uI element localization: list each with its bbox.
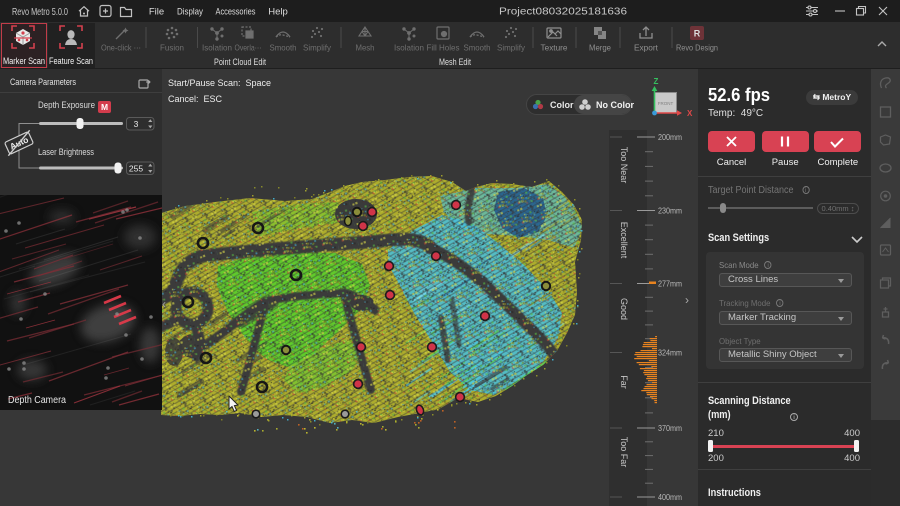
svg-text:Accessories: Accessories xyxy=(216,7,256,18)
svg-text:Mesh: Mesh xyxy=(356,43,375,53)
svg-text:File: File xyxy=(149,7,164,18)
svg-text:Feature Scan: Feature Scan xyxy=(49,56,93,66)
svg-text:Z: Z xyxy=(654,77,659,86)
svg-text:Good: Good xyxy=(619,298,629,320)
svg-text:Display: Display xyxy=(177,7,203,18)
svg-text:Laser Brightness: Laser Brightness xyxy=(38,147,94,158)
svg-text:Smooth: Smooth xyxy=(270,43,297,53)
svg-text:277mm: 277mm xyxy=(658,279,682,289)
svg-text:370mm: 370mm xyxy=(658,423,682,433)
svg-text:Camera Parameters: Camera Parameters xyxy=(10,77,76,88)
svg-text:Point Cloud Edit: Point Cloud Edit xyxy=(214,57,266,68)
svg-text:Depth Camera: Depth Camera xyxy=(8,395,66,406)
svg-text:Help: Help xyxy=(268,7,288,18)
svg-text:Isolation: Isolation xyxy=(394,43,424,53)
svg-text:400mm: 400mm xyxy=(658,492,682,502)
svg-text:FRONT: FRONT xyxy=(658,101,674,106)
svg-text:230mm: 230mm xyxy=(658,206,682,216)
svg-text:Revo Design: Revo Design xyxy=(676,43,718,53)
svg-text:X: X xyxy=(687,109,693,118)
svg-text:Too Far: Too Far xyxy=(619,437,629,468)
svg-text:Too Near: Too Near xyxy=(619,147,629,184)
svg-text:Marker Scan: Marker Scan xyxy=(3,56,45,66)
svg-text:Merge: Merge xyxy=(589,43,611,53)
svg-text:One-click ⋯: One-click ⋯ xyxy=(101,43,141,53)
svg-text:255: 255 xyxy=(129,164,143,174)
svg-text:Simplify: Simplify xyxy=(497,43,526,53)
svg-text:Fusion: Fusion xyxy=(160,43,184,53)
svg-text:Export: Export xyxy=(634,43,659,53)
svg-text:Fill Holes: Fill Holes xyxy=(427,43,460,53)
svg-text:3: 3 xyxy=(134,119,139,129)
svg-text:200mm: 200mm xyxy=(658,132,682,142)
svg-text:Depth Exposure: Depth Exposure xyxy=(38,100,95,111)
svg-text:Smooth: Smooth xyxy=(464,43,491,53)
svg-text:M: M xyxy=(101,102,108,112)
svg-text:Project08032025181636: Project08032025181636 xyxy=(499,7,628,18)
svg-text:Revo Metro 5.0.0: Revo Metro 5.0.0 xyxy=(12,6,68,18)
svg-text:Mesh Edit: Mesh Edit xyxy=(439,57,471,68)
svg-text:Overla⋯: Overla⋯ xyxy=(235,43,262,53)
svg-text:Texture: Texture xyxy=(541,43,568,53)
svg-text:Simplify: Simplify xyxy=(303,43,332,53)
svg-text:Isolation: Isolation xyxy=(202,43,232,53)
svg-text:Excellent: Excellent xyxy=(619,222,629,259)
svg-text:R: R xyxy=(694,29,701,39)
svg-text:Far: Far xyxy=(619,375,629,389)
svg-text:324mm: 324mm xyxy=(658,348,682,358)
